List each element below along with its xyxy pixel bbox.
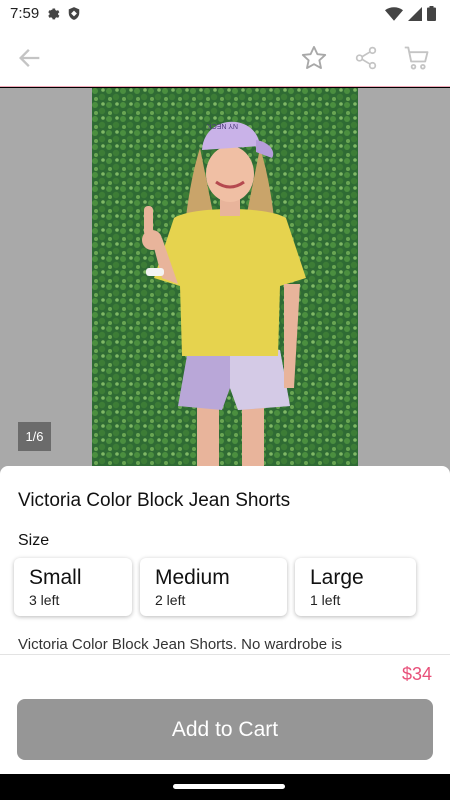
cap-text: NY NECK	[207, 122, 238, 129]
favorite-button[interactable]	[296, 40, 332, 76]
star-icon	[301, 45, 327, 69]
system-nav-bar	[0, 774, 450, 800]
share-icon	[355, 46, 377, 70]
size-option-medium[interactable]: Medium 2 left	[140, 558, 287, 616]
home-indicator[interactable]	[173, 784, 285, 789]
size-name: Medium	[155, 566, 230, 589]
app-bar-divider	[0, 86, 450, 87]
size-name: Large	[310, 566, 364, 589]
product-title: Victoria Color Block Jean Shorts	[18, 490, 291, 511]
size-option-large[interactable]: Large 1 left	[295, 558, 416, 616]
product-description: Victoria Color Block Jean Shorts. No war…	[18, 636, 343, 653]
share-button[interactable]	[348, 40, 384, 76]
product-photo: NY NECK	[92, 88, 358, 488]
size-option-small[interactable]: Small 3 left	[14, 558, 132, 616]
add-to-cart-button[interactable]: Add to Cart	[17, 699, 433, 760]
image-counter: 1/6	[18, 422, 51, 451]
size-stock: 2 left	[155, 592, 186, 608]
settings-icon	[48, 8, 60, 20]
product-price: $34	[401, 664, 432, 684]
app-bar	[0, 28, 450, 87]
back-arrow-icon	[19, 49, 40, 67]
shield-icon	[68, 7, 80, 20]
cart-button[interactable]	[399, 40, 435, 76]
size-stock: 1 left	[310, 592, 341, 608]
status-icons-left	[46, 6, 81, 21]
signal-icon	[408, 6, 422, 21]
status-icons-right	[385, 6, 436, 21]
size-stock: 3 left	[29, 592, 60, 608]
product-details-sheet: Victoria Color Block Jean Shorts Size Sm…	[0, 466, 450, 774]
size-label: Size	[18, 532, 50, 549]
size-name: Small	[29, 566, 82, 589]
battery-icon	[427, 6, 436, 21]
product-image-gallery[interactable]: NY NECK 1/6	[0, 88, 450, 488]
wifi-icon	[385, 6, 403, 21]
description-area[interactable]: Victoria Color Block Jean Shorts. No war…	[0, 636, 450, 655]
status-time: 7:59	[10, 5, 40, 22]
back-button[interactable]	[12, 40, 48, 76]
cart-icon	[404, 46, 429, 70]
status-bar: 7:59	[0, 0, 450, 28]
